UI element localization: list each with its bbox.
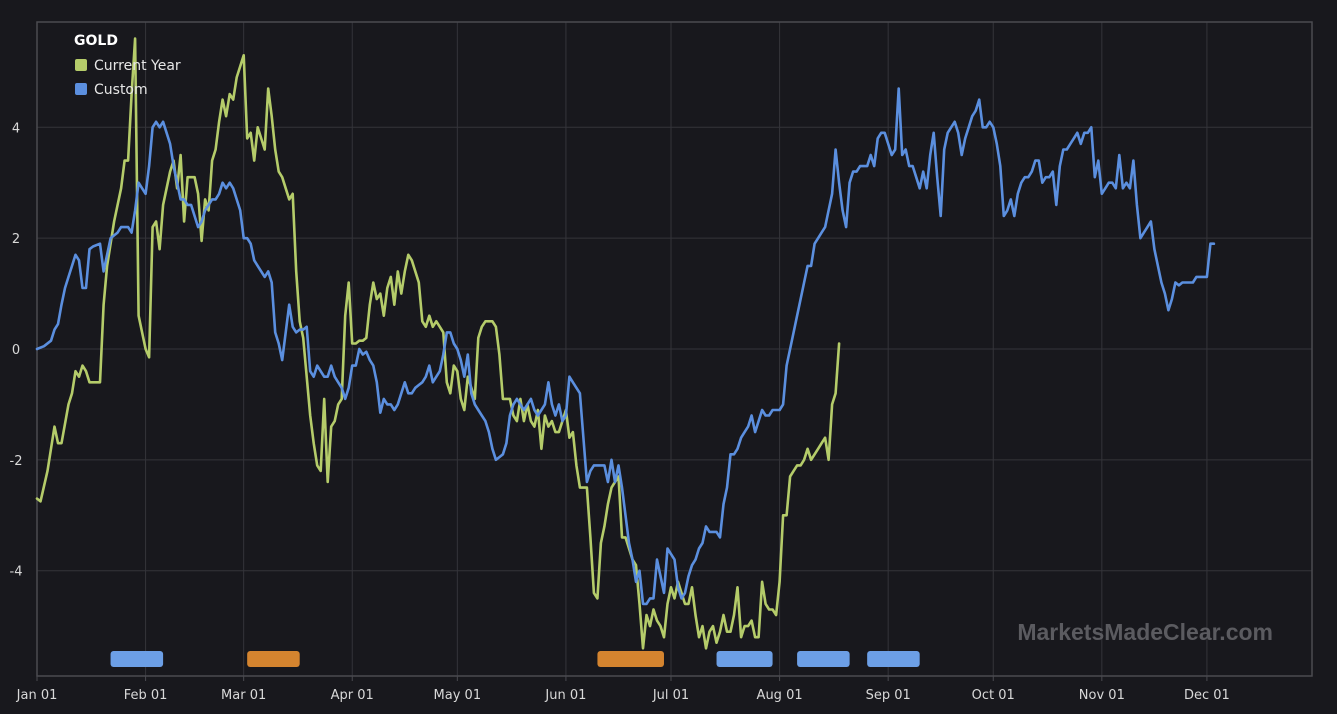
chart-container: Jan 01 Feb 01 Mar 01 Apr 01 May 01 Jun 01 Jul … <box>0 0 1337 714</box>
x-tick-label-3: Apr 01 <box>331 688 374 703</box>
legend-swatch-1 <box>75 83 87 95</box>
series-line-custom <box>35 87 1216 606</box>
gold-seasonality-chart: Jan 01 Feb 01 Mar 01 Apr 01 May 01 Jun 01 Jul … <box>10 21 1313 703</box>
x-tick-label-9: Oct 01 <box>972 688 1015 703</box>
y-axis-ticks: -4 -2 0 2 4 <box>10 121 23 579</box>
x-tick-label-6: Jul 01 <box>652 688 689 703</box>
legend-label-1: Custom <box>94 82 148 98</box>
series-lines <box>35 37 1216 650</box>
y-tick-label-3: 2 <box>12 232 20 247</box>
period-markers <box>110 651 920 667</box>
legend: GOLD Current Year Custom <box>74 33 181 98</box>
legend-entries: Current Year Custom <box>75 58 181 98</box>
x-tick-label-7: Aug 01 <box>757 688 803 703</box>
legend-label-0: Current Year <box>94 58 181 74</box>
x-axis-ticks: Jan 01 Feb 01 Mar 01 Apr 01 May 01 Jun 01 Jul … <box>16 676 1230 703</box>
x-tick-label-11: Dec 01 <box>1184 688 1230 703</box>
period-marker-2 <box>597 651 664 667</box>
y-tick-label-2: 0 <box>12 343 20 358</box>
x-tick-label-5: Jun 01 <box>544 688 586 703</box>
x-tick-label-0: Jan 01 <box>16 688 58 703</box>
period-marker-1 <box>247 651 300 667</box>
legend-swatch-0 <box>75 59 87 71</box>
period-marker-5 <box>867 651 920 667</box>
watermark: MarketsMadeClear.com <box>1017 619 1273 645</box>
legend-title: GOLD <box>74 33 118 49</box>
x-tick-label-1: Feb 01 <box>124 688 168 703</box>
series-line-current-year <box>35 37 841 650</box>
period-marker-4 <box>797 651 850 667</box>
x-tick-label-4: May 01 <box>434 688 482 703</box>
x-tick-label-2: Mar 01 <box>221 688 266 703</box>
grid <box>36 22 1312 676</box>
y-tick-label-0: -4 <box>10 565 23 580</box>
y-tick-label-4: 4 <box>12 121 20 136</box>
period-marker-3 <box>716 651 773 667</box>
x-tick-label-8: Sep 01 <box>866 688 911 703</box>
x-tick-label-10: Nov 01 <box>1079 688 1125 703</box>
y-tick-label-1: -2 <box>10 454 23 469</box>
period-marker-0 <box>110 651 164 667</box>
